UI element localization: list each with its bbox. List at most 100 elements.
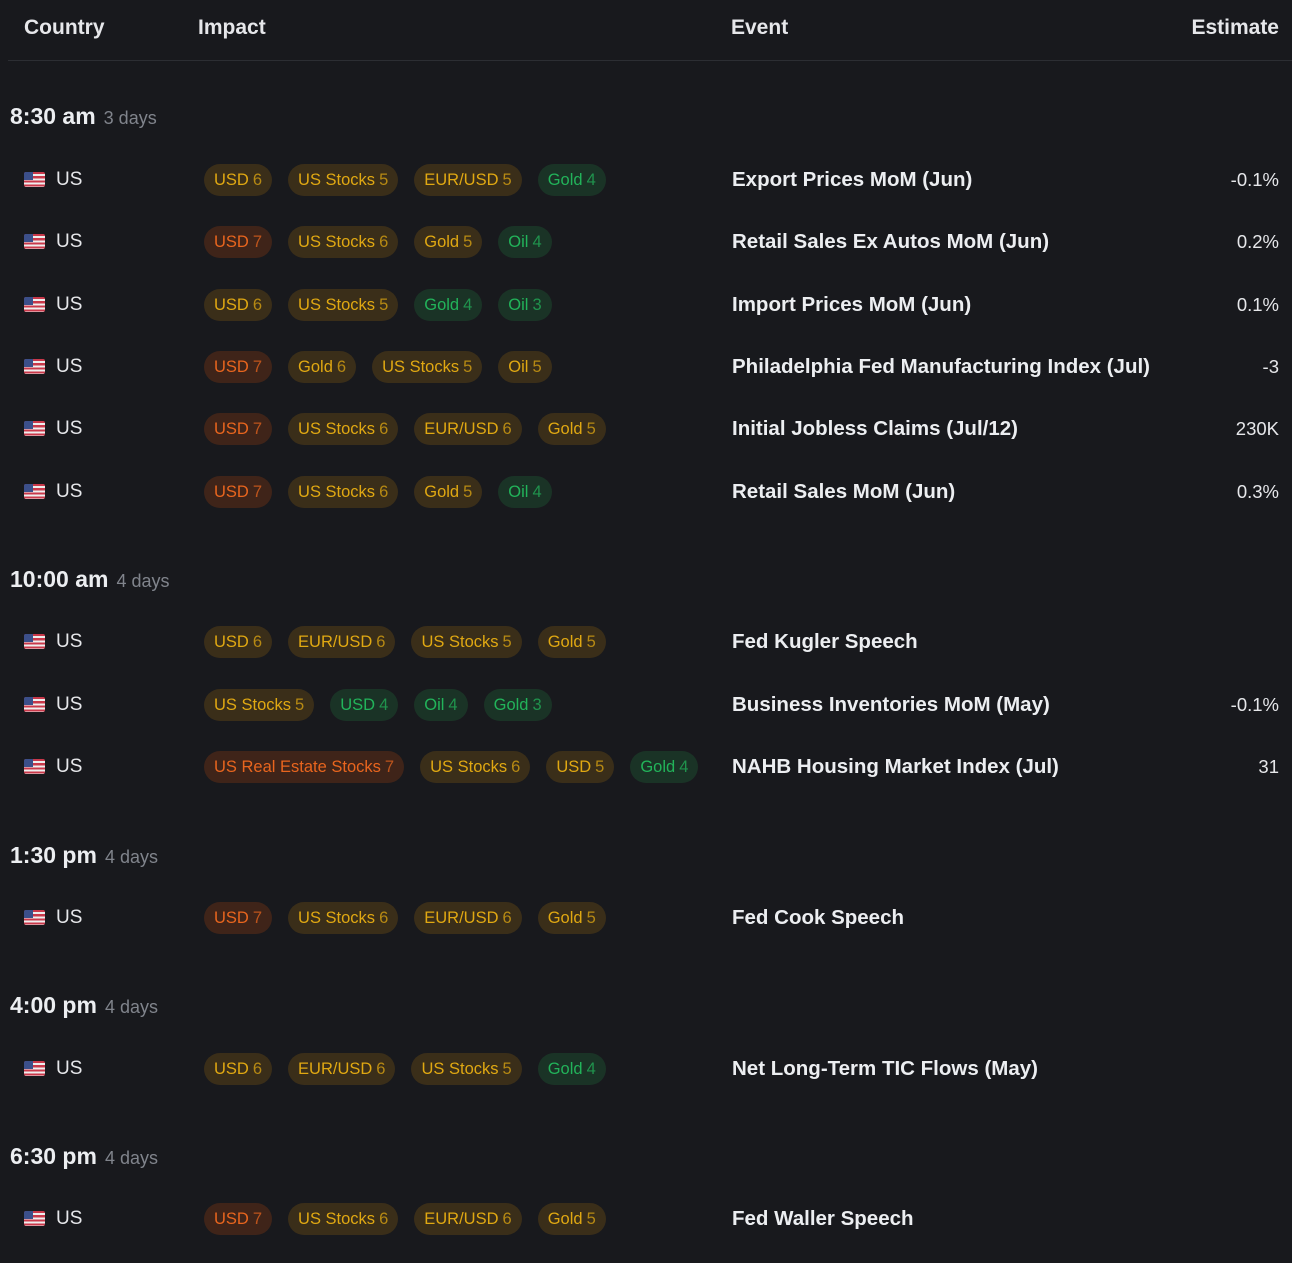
event-row[interactable]: US USD 6 EUR/USD 6 US Stocks 5 Gold 4 Net Long-Te… [0, 1049, 1292, 1089]
impact-score: 6 [252, 296, 263, 314]
event-row[interactable]: US USD 7 US Stocks 6 Gold 5 Oil 4 Retail Sales Ex… [0, 222, 1292, 262]
column-impact[interactable]: Impact [198, 16, 266, 40]
impact-score: 7 [252, 1210, 263, 1228]
impact-chip[interactable]: EUR/USD 6 [414, 902, 522, 934]
impact-chip[interactable]: USD 6 [204, 1053, 273, 1085]
impact-score: 6 [502, 420, 512, 438]
impact-chip[interactable]: EUR/USD 6 [414, 1203, 522, 1235]
event-name[interactable]: Import Prices MoM (Jun) [732, 293, 971, 317]
event-row[interactable]: US USD 7 US Stocks 6 EUR/USD 6 Gold 5 Fed Waller … [0, 1199, 1292, 1239]
impact-chip[interactable]: Gold 5 [537, 626, 606, 658]
column-estimate[interactable]: Estimate [1191, 16, 1279, 40]
impact-score: 5 [379, 296, 389, 314]
impact-chip[interactable]: USD 7 [204, 413, 273, 445]
impact-chip[interactable]: USD 5 [546, 751, 615, 783]
impact-chip[interactable]: Oil 5 [498, 351, 552, 383]
impact-chip[interactable]: US Stocks 5 [411, 626, 522, 658]
event-row[interactable]: US US Stocks 5 USD 4 Oil 4 Gold 3 Business Invent… [0, 685, 1292, 725]
column-event[interactable]: Event [731, 16, 788, 40]
impact-chip[interactable]: EUR/USD 5 [414, 164, 522, 196]
impact-chip[interactable]: US Stocks 6 [420, 751, 531, 783]
impact-chip[interactable]: USD 6 [204, 626, 273, 658]
event-name[interactable]: Retail Sales MoM (Jun) [732, 480, 955, 504]
asset-name: US Stocks [298, 171, 376, 189]
impact-chip[interactable]: Gold 4 [537, 1053, 606, 1085]
event-row[interactable]: US USD 6 US Stocks 5 Gold 4 Oil 3 Import Prices M… [0, 285, 1292, 325]
event-name[interactable]: Fed Cook Speech [732, 906, 904, 930]
impact-chip[interactable]: US Stocks 5 [411, 1053, 522, 1085]
event-row[interactable]: US USD 7 Gold 6 US Stocks 5 Oil 5 Philadelphia Fe… [0, 347, 1292, 387]
country-code: US [56, 356, 83, 377]
event-row[interactable]: US US Real Estate Stocks 7 US Stocks 6 USD 5 Go… [0, 747, 1292, 787]
impact-chip[interactable]: USD 6 [204, 164, 273, 196]
impact-chip[interactable]: USD 4 [330, 689, 399, 721]
event-row[interactable]: US USD 6 EUR/USD 6 US Stocks 5 Gold 5 Fed Kugler … [0, 622, 1292, 662]
impact-chip[interactable]: EUR/USD 6 [288, 1053, 396, 1085]
impact-chip[interactable]: Gold 6 [288, 351, 357, 383]
asset-name: Gold [547, 420, 583, 438]
impact-chip[interactable]: USD 7 [204, 1203, 273, 1235]
column-country[interactable]: Country [24, 16, 105, 40]
impact-chip[interactable]: Gold 4 [414, 289, 483, 321]
country-code: US [56, 169, 83, 190]
impact-chip[interactable]: Gold 5 [537, 902, 606, 934]
impact-chip[interactable]: US Stocks 6 [288, 476, 399, 508]
event-name[interactable]: Retail Sales Ex Autos MoM (Jun) [732, 230, 1049, 254]
impact-score: 5 [463, 358, 473, 376]
event-row[interactable]: US USD 6 US Stocks 5 EUR/USD 5 Gold 4 Export Pric… [0, 160, 1292, 200]
impact-chip[interactable]: US Stocks 6 [288, 413, 399, 445]
impact-chip[interactable]: US Stocks 5 [204, 689, 315, 721]
days-away: 4 days [116, 571, 170, 591]
days-away: 4 days [104, 847, 158, 867]
event-name[interactable]: Philadelphia Fed Manufacturing Index (Ju… [732, 355, 1150, 379]
impact-score: 5 [586, 420, 596, 438]
event-name[interactable]: NAHB Housing Market Index (Jul) [732, 755, 1059, 779]
impact-chip[interactable]: Oil 4 [498, 226, 552, 258]
impact-chip[interactable]: Oil 3 [498, 289, 552, 321]
asset-name: US Stocks [421, 633, 499, 651]
impact-chip[interactable]: US Stocks 6 [288, 902, 399, 934]
impact-chip[interactable]: USD 7 [204, 902, 273, 934]
impact-chip[interactable]: USD 6 [204, 289, 273, 321]
impact-chip[interactable]: Gold 4 [537, 164, 606, 196]
impact-chip[interactable]: Gold 3 [483, 689, 552, 721]
event-name[interactable]: Export Prices MoM (Jun) [732, 168, 972, 192]
event-name[interactable]: Business Inventories MoM (May) [732, 693, 1050, 717]
impact-chip[interactable]: US Stocks 5 [372, 351, 483, 383]
impact-score: 5 [595, 758, 605, 776]
impact-chip[interactable]: EUR/USD 6 [414, 413, 522, 445]
event-name[interactable]: Fed Kugler Speech [732, 630, 918, 654]
asset-name: USD [214, 633, 249, 651]
impact-chip[interactable]: US Stocks 6 [288, 1203, 399, 1235]
event-name[interactable]: Initial Jobless Claims (Jul/12) [732, 417, 1018, 441]
impact-score: 7 [252, 358, 263, 376]
asset-name: EUR/USD [298, 1060, 373, 1078]
event-row[interactable]: US USD 7 US Stocks 6 Gold 5 Oil 4 Retail Sales Mo… [0, 472, 1292, 512]
impact-chip[interactable]: USD 7 [204, 226, 273, 258]
event-name[interactable]: Fed Waller Speech [732, 1207, 914, 1231]
event-name[interactable]: Net Long-Term TIC Flows (May) [732, 1057, 1038, 1081]
time-group-header: 8:30 am 3 days [10, 103, 157, 130]
event-row[interactable]: US USD 7 US Stocks 6 EUR/USD 6 Gold 5 Initial Job… [0, 409, 1292, 449]
asset-name: Oil [508, 358, 529, 376]
impact-chip[interactable]: US Stocks 5 [288, 164, 399, 196]
impact-chip[interactable]: EUR/USD 6 [288, 626, 396, 658]
impact-score: 6 [252, 633, 263, 651]
impact-chip[interactable]: Gold 5 [414, 226, 483, 258]
impact-chip[interactable]: Gold 4 [630, 751, 699, 783]
impact-chip[interactable]: USD 7 [204, 476, 273, 508]
impact-chip[interactable]: Gold 5 [537, 1203, 606, 1235]
impact-score: 6 [252, 171, 263, 189]
impact-chip[interactable]: USD 7 [204, 351, 273, 383]
impact-chip[interactable]: Gold 5 [414, 476, 483, 508]
impact-chip[interactable]: US Real Estate Stocks 7 [204, 751, 405, 783]
asset-name: Oil [508, 483, 529, 501]
impact-chip[interactable]: US Stocks 5 [288, 289, 399, 321]
impact-chip[interactable]: Gold 5 [537, 413, 606, 445]
event-row[interactable]: US USD 7 US Stocks 6 EUR/USD 6 Gold 5 Fed Cook Sp… [0, 898, 1292, 938]
impact-chip[interactable]: Oil 4 [414, 689, 468, 721]
impact-chip[interactable]: US Stocks 6 [288, 226, 399, 258]
time-label: 10:00 am [10, 566, 109, 592]
impact-chip[interactable]: Oil 4 [498, 476, 552, 508]
asset-name: US Stocks [298, 483, 376, 501]
